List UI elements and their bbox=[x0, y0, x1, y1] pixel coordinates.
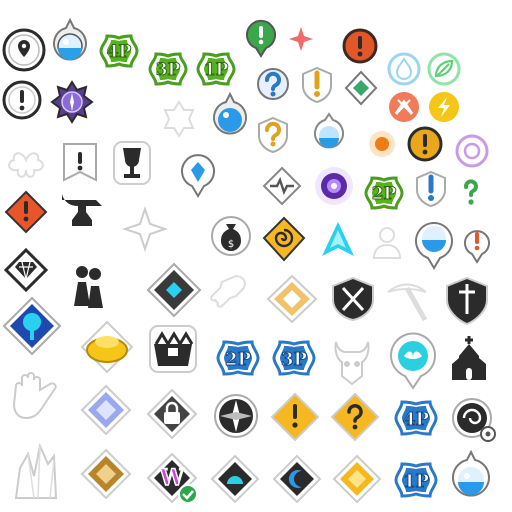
diamond-gem-icon bbox=[3, 247, 49, 293]
gold-question-mark-icon bbox=[256, 116, 290, 154]
red-exclamation-diamond-icon bbox=[4, 190, 48, 234]
blue-crystal-pin-icon bbox=[180, 152, 216, 198]
six-point-star-outline-icon bbox=[160, 100, 198, 138]
pointing-hand-glove-icon bbox=[6, 366, 66, 424]
blue-arrow-up-glow-icon bbox=[320, 220, 356, 260]
player-badge-2p-green: 2P bbox=[362, 172, 406, 214]
blue-orb-shield-icon bbox=[312, 112, 346, 160]
blue-tree-diamond-icon bbox=[2, 296, 62, 356]
blue-crystal-diamond-icon bbox=[146, 262, 202, 318]
teal-dome-diamond-icon bbox=[210, 454, 260, 504]
red-exclamation-pin-icon bbox=[462, 224, 492, 264]
player-badge-1p-blue: 1P bbox=[392, 458, 440, 502]
anvil-icon bbox=[58, 192, 106, 232]
player-badge-2p-blue: 2P bbox=[214, 336, 262, 380]
gold-exclamation-orb-icon bbox=[407, 126, 443, 162]
purple-vortex-portal-icon bbox=[314, 166, 354, 206]
blue-orb-pin-bottom-icon bbox=[450, 449, 492, 508]
glowing-orange-dot-icon bbox=[368, 130, 396, 158]
crescent-moon-diamond-icon bbox=[272, 454, 322, 504]
player-badge-label: 3P bbox=[156, 60, 181, 80]
teal-wing-pin-icon bbox=[388, 332, 438, 390]
sparkle-red-icon bbox=[288, 26, 314, 52]
gold-crystal-diamond-icon bbox=[266, 274, 318, 324]
player-badge-3p-blue: 3P bbox=[270, 336, 318, 380]
sword-shield-icon bbox=[444, 276, 490, 326]
pickaxe-outline-icon bbox=[384, 278, 430, 324]
clover-outline-icon bbox=[6, 140, 46, 180]
player-badge-label: 3P bbox=[281, 349, 308, 370]
blue-exclamation-shield-icon bbox=[414, 170, 448, 208]
player-badge-label: 2P bbox=[225, 349, 252, 370]
player-badge-label: 1P bbox=[204, 60, 229, 80]
horned-skull-icon bbox=[330, 338, 374, 386]
w-badge-label: W bbox=[159, 465, 185, 491]
exclamation-banner-icon bbox=[60, 140, 100, 186]
gold-exclamation-diamond-icon bbox=[270, 392, 320, 442]
purple-ring-element-icon bbox=[455, 134, 489, 168]
compass-rose-icon bbox=[212, 392, 260, 440]
exclamation-orb-gray-icon bbox=[2, 80, 42, 120]
player-badge-3p-green: 3P bbox=[146, 48, 190, 90]
gold-spiral-shield-icon bbox=[262, 216, 306, 262]
four-point-star-outline-icon bbox=[121, 205, 169, 253]
fire-mountain-element-icon bbox=[387, 90, 421, 124]
golden-lamp-icon bbox=[80, 320, 134, 374]
brown-gem-diamond-icon bbox=[80, 448, 132, 500]
player-badge-4p-green: 4P bbox=[97, 30, 141, 72]
blue-orb-pin-large-icon bbox=[414, 216, 454, 270]
crystal-cluster-icon bbox=[6, 440, 64, 504]
player-badge-4p-blue: 4P bbox=[392, 396, 440, 440]
purple-compass-star-icon bbox=[50, 80, 94, 124]
green-question-mark-icon bbox=[456, 176, 486, 208]
leaf-element-icon bbox=[427, 52, 461, 86]
couple-people-icon bbox=[68, 262, 108, 310]
player-badge-1p-green: 1P bbox=[194, 48, 238, 90]
water-drop-element-icon bbox=[387, 52, 421, 86]
treasure-basket-icon bbox=[146, 322, 200, 376]
padlock-diamond-icon bbox=[146, 388, 198, 440]
gold-question-diamond-icon bbox=[330, 392, 380, 442]
gold-exclamation-shield-icon bbox=[300, 66, 334, 104]
blue-question-mark-icon bbox=[256, 66, 290, 102]
swirl-orb-settings-icon bbox=[450, 396, 498, 444]
blue-orb-pin-icon bbox=[50, 17, 90, 72]
player-badge-label: 4P bbox=[403, 409, 430, 430]
white-orb-pin-icon bbox=[210, 91, 250, 146]
icon-atlas: 4P 3P 1P 2P $ 2P 3P 4P W 1P bbox=[0, 0, 512, 512]
heartbeat-monitor-icon bbox=[262, 166, 302, 206]
crossed-fork-knife-shield-icon bbox=[330, 276, 376, 322]
map-location-pin-icon bbox=[2, 28, 46, 72]
goblet-cup-icon bbox=[112, 140, 152, 186]
green-diamond-gem-icon bbox=[344, 70, 378, 106]
blue-gem-diamond-icon bbox=[80, 384, 132, 436]
player-badge-label: 1P bbox=[403, 471, 430, 492]
w-badge-checkmark-icon: W bbox=[146, 452, 200, 506]
person-outline-icon bbox=[370, 224, 404, 260]
money-bag-icon: $ bbox=[210, 214, 252, 258]
gold-gem-diamond-icon bbox=[332, 454, 382, 504]
player-badge-label: 4P bbox=[107, 42, 132, 62]
meat-drumstick-icon bbox=[210, 272, 250, 312]
green-exclamation-pin-icon bbox=[244, 18, 278, 58]
lightning-element-icon bbox=[427, 90, 461, 124]
player-badge-label: 2P bbox=[372, 184, 397, 204]
church-chapel-icon bbox=[446, 334, 492, 384]
svg-text:$: $ bbox=[228, 239, 234, 250]
red-exclamation-orb-icon bbox=[342, 28, 378, 64]
